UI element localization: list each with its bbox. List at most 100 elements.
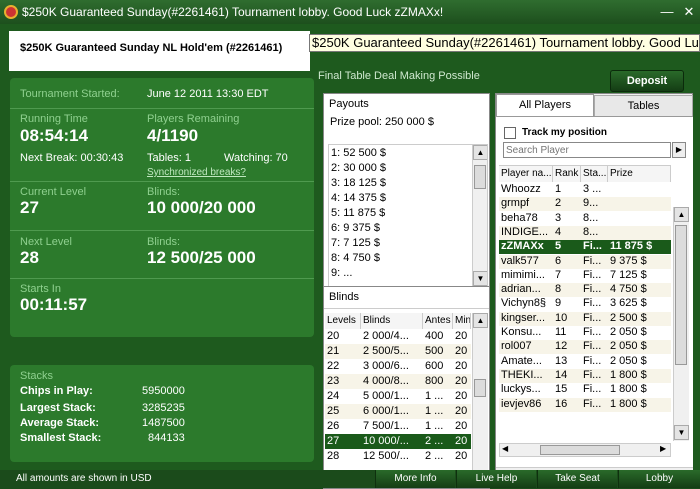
table-cell: Fi... bbox=[583, 383, 602, 396]
table-cell: 23 bbox=[327, 375, 340, 387]
payouts-scrollbar[interactable]: ▲ ▼ bbox=[472, 145, 487, 287]
scroll-thumb[interactable] bbox=[540, 445, 620, 455]
deposit-button[interactable]: Deposit bbox=[610, 70, 684, 92]
tournament-info-panel: Tournament Started: June 12 2011 13:30 E… bbox=[10, 78, 314, 337]
footer-bar: All amounts are shown in USD More Info L… bbox=[0, 470, 700, 488]
lobby-button[interactable]: Lobby bbox=[618, 470, 700, 488]
table-row[interactable]: 28 12 500/... 2 ... 20 bbox=[325, 449, 471, 464]
table-cell: Fi... bbox=[583, 311, 602, 324]
table-cell: 500 bbox=[425, 345, 444, 357]
table-cell: 2 050 $ bbox=[610, 340, 647, 353]
payouts-panel: Payouts Prize pool: 250 000 $ 1: 52 500 … bbox=[323, 93, 490, 291]
table-cell: 1 ... bbox=[425, 420, 444, 432]
list-item: 1: 52 500 $ bbox=[331, 147, 387, 159]
column-header[interactable]: Blinds bbox=[361, 313, 423, 329]
table-row[interactable]: Amate... 13 Fi... 2 050 $ bbox=[499, 355, 671, 369]
list-item: 9: ... bbox=[331, 267, 353, 279]
scroll-right-icon[interactable]: ▶ bbox=[660, 444, 666, 453]
blinds-scrollbar[interactable]: ▲ ▼ bbox=[472, 313, 488, 487]
table-cell: 14 bbox=[555, 368, 568, 381]
next-break: Next Break: 00:30:43 bbox=[20, 152, 124, 164]
scroll-up-icon[interactable]: ▲ bbox=[473, 145, 487, 160]
scroll-thumb[interactable] bbox=[675, 225, 687, 365]
column-header[interactable]: Levels bbox=[325, 313, 361, 329]
table-cell: Fi... bbox=[583, 354, 602, 367]
column-header[interactable]: Prize bbox=[608, 166, 671, 182]
payouts-list: 1: 52 500 $ 2: 30 000 $ 3: 18 125 $ 4: 1… bbox=[328, 144, 488, 288]
tables-count: Tables: 1 bbox=[147, 152, 192, 164]
minimize-button[interactable]: — bbox=[658, 4, 676, 20]
players-scrollbar[interactable]: ▲ ▼ bbox=[673, 207, 689, 441]
tab-tables[interactable]: Tables bbox=[594, 95, 693, 117]
take-seat-button[interactable]: Take Seat bbox=[537, 470, 617, 488]
tab-all-players[interactable]: All Players bbox=[496, 94, 594, 116]
table-cell: 10 bbox=[555, 311, 568, 324]
table-row[interactable]: valk577 6 Fi... 9 375 $ bbox=[499, 254, 671, 269]
column-header[interactable]: Antes bbox=[423, 313, 453, 329]
started-label: Tournament Started: bbox=[20, 88, 120, 100]
table-cell: Fi... bbox=[583, 397, 602, 410]
players-remaining-value: 4/1190 bbox=[147, 126, 199, 145]
table-row[interactable]: 24 5 000/1... 1 ... 20 bbox=[325, 389, 471, 404]
table-row[interactable]: Whoozz 1 3 ... bbox=[499, 183, 671, 197]
scroll-thumb[interactable] bbox=[474, 379, 486, 397]
column-header[interactable]: Player na... bbox=[499, 166, 553, 182]
scroll-down-icon[interactable]: ▼ bbox=[674, 425, 689, 440]
track-position-checkbox[interactable] bbox=[504, 127, 516, 139]
table-row[interactable]: adrian... 8 Fi... 4 750 $ bbox=[499, 283, 671, 298]
table-row[interactable]: kingser... 10 Fi... 2 500 $ bbox=[499, 311, 671, 326]
table-cell: 13 bbox=[555, 354, 568, 367]
table-cell: 2 ... bbox=[425, 450, 444, 462]
table-row[interactable]: mimimi... 7 Fi... 7 125 $ bbox=[499, 269, 671, 283]
table-row[interactable]: 26 7 500/1... 1 ... 20 bbox=[325, 419, 471, 434]
players-remaining-label: Players Remaining bbox=[147, 113, 240, 125]
table-cell: 1 800 $ bbox=[610, 383, 647, 396]
table-cell: 7 bbox=[555, 268, 562, 281]
table-cell: Fi... bbox=[583, 240, 602, 253]
table-row[interactable]: 27 10 000/... 2 ... 20 bbox=[325, 434, 471, 449]
table-row[interactable]: ievjev86 16 Fi... 1 800 $ bbox=[499, 397, 671, 412]
table-cell: adrian... bbox=[501, 283, 541, 296]
players-hscrollbar[interactable]: ◀ ▶ bbox=[499, 443, 671, 457]
table-cell: Fi... bbox=[583, 326, 602, 338]
scroll-down-icon[interactable]: ▼ bbox=[473, 271, 487, 286]
table-cell: rol007 bbox=[501, 340, 532, 353]
table-row[interactable]: INDIGE... 4 8... bbox=[499, 225, 671, 240]
close-button[interactable]: ✕ bbox=[680, 4, 698, 20]
scroll-up-icon[interactable]: ▲ bbox=[473, 313, 488, 328]
scroll-left-icon[interactable]: ◀ bbox=[502, 444, 508, 453]
table-row[interactable]: THEKI... 14 Fi... 1 800 $ bbox=[499, 368, 671, 383]
live-help-button[interactable]: Live Help bbox=[456, 470, 536, 488]
table-row[interactable]: Vichyn8§ 9 Fi... 3 625 $ bbox=[499, 297, 671, 311]
table-cell: valk577 bbox=[501, 254, 539, 267]
app-logo-icon bbox=[4, 5, 18, 19]
table-row[interactable]: 21 2 500/5... 500 20 bbox=[325, 344, 471, 359]
table-row[interactable]: 22 3 000/6... 600 20 bbox=[325, 359, 471, 374]
list-item: 3: 18 125 $ bbox=[331, 177, 387, 189]
more-info-button[interactable]: More Info bbox=[375, 470, 455, 488]
table-row[interactable]: 25 6 000/1... 1 ... 20 bbox=[325, 404, 471, 419]
table-cell: 21 bbox=[327, 345, 340, 357]
table-row[interactable]: beha78 3 8... bbox=[499, 212, 671, 226]
table-row[interactable]: Konsu... 11 Fi... 2 050 $ bbox=[499, 326, 671, 340]
table-row[interactable]: luckys... 15 Fi... 1 800 $ bbox=[499, 383, 671, 397]
table-row[interactable]: 20 2 000/4... 400 20 bbox=[325, 329, 471, 344]
table-row[interactable]: 23 4 000/8... 800 20 bbox=[325, 374, 471, 389]
payouts-title: Payouts bbox=[324, 94, 489, 116]
column-header[interactable]: Min bbox=[453, 313, 471, 329]
scroll-up-icon[interactable]: ▲ bbox=[674, 207, 689, 222]
search-go-icon[interactable]: ▶ bbox=[672, 142, 686, 158]
table-row[interactable]: rol007 12 Fi... 2 050 $ bbox=[499, 340, 671, 355]
table-cell: 600 bbox=[425, 360, 444, 372]
synchronized-breaks-link[interactable]: Synchronized breaks? bbox=[147, 167, 246, 178]
column-header[interactable]: Sta... bbox=[581, 166, 608, 182]
search-player-input[interactable] bbox=[503, 142, 671, 158]
table-row[interactable]: zZMAXx 5 Fi... 11 875 $ bbox=[499, 240, 671, 255]
table-cell: 20 bbox=[455, 435, 468, 447]
table-cell: 22 bbox=[327, 360, 340, 372]
table-cell: luckys... bbox=[501, 383, 541, 396]
column-header[interactable]: Rank bbox=[553, 166, 581, 182]
track-position-label: Track my position bbox=[522, 127, 608, 138]
table-row[interactable]: grmpf 2 9... bbox=[499, 197, 671, 212]
scroll-thumb[interactable] bbox=[474, 165, 486, 189]
